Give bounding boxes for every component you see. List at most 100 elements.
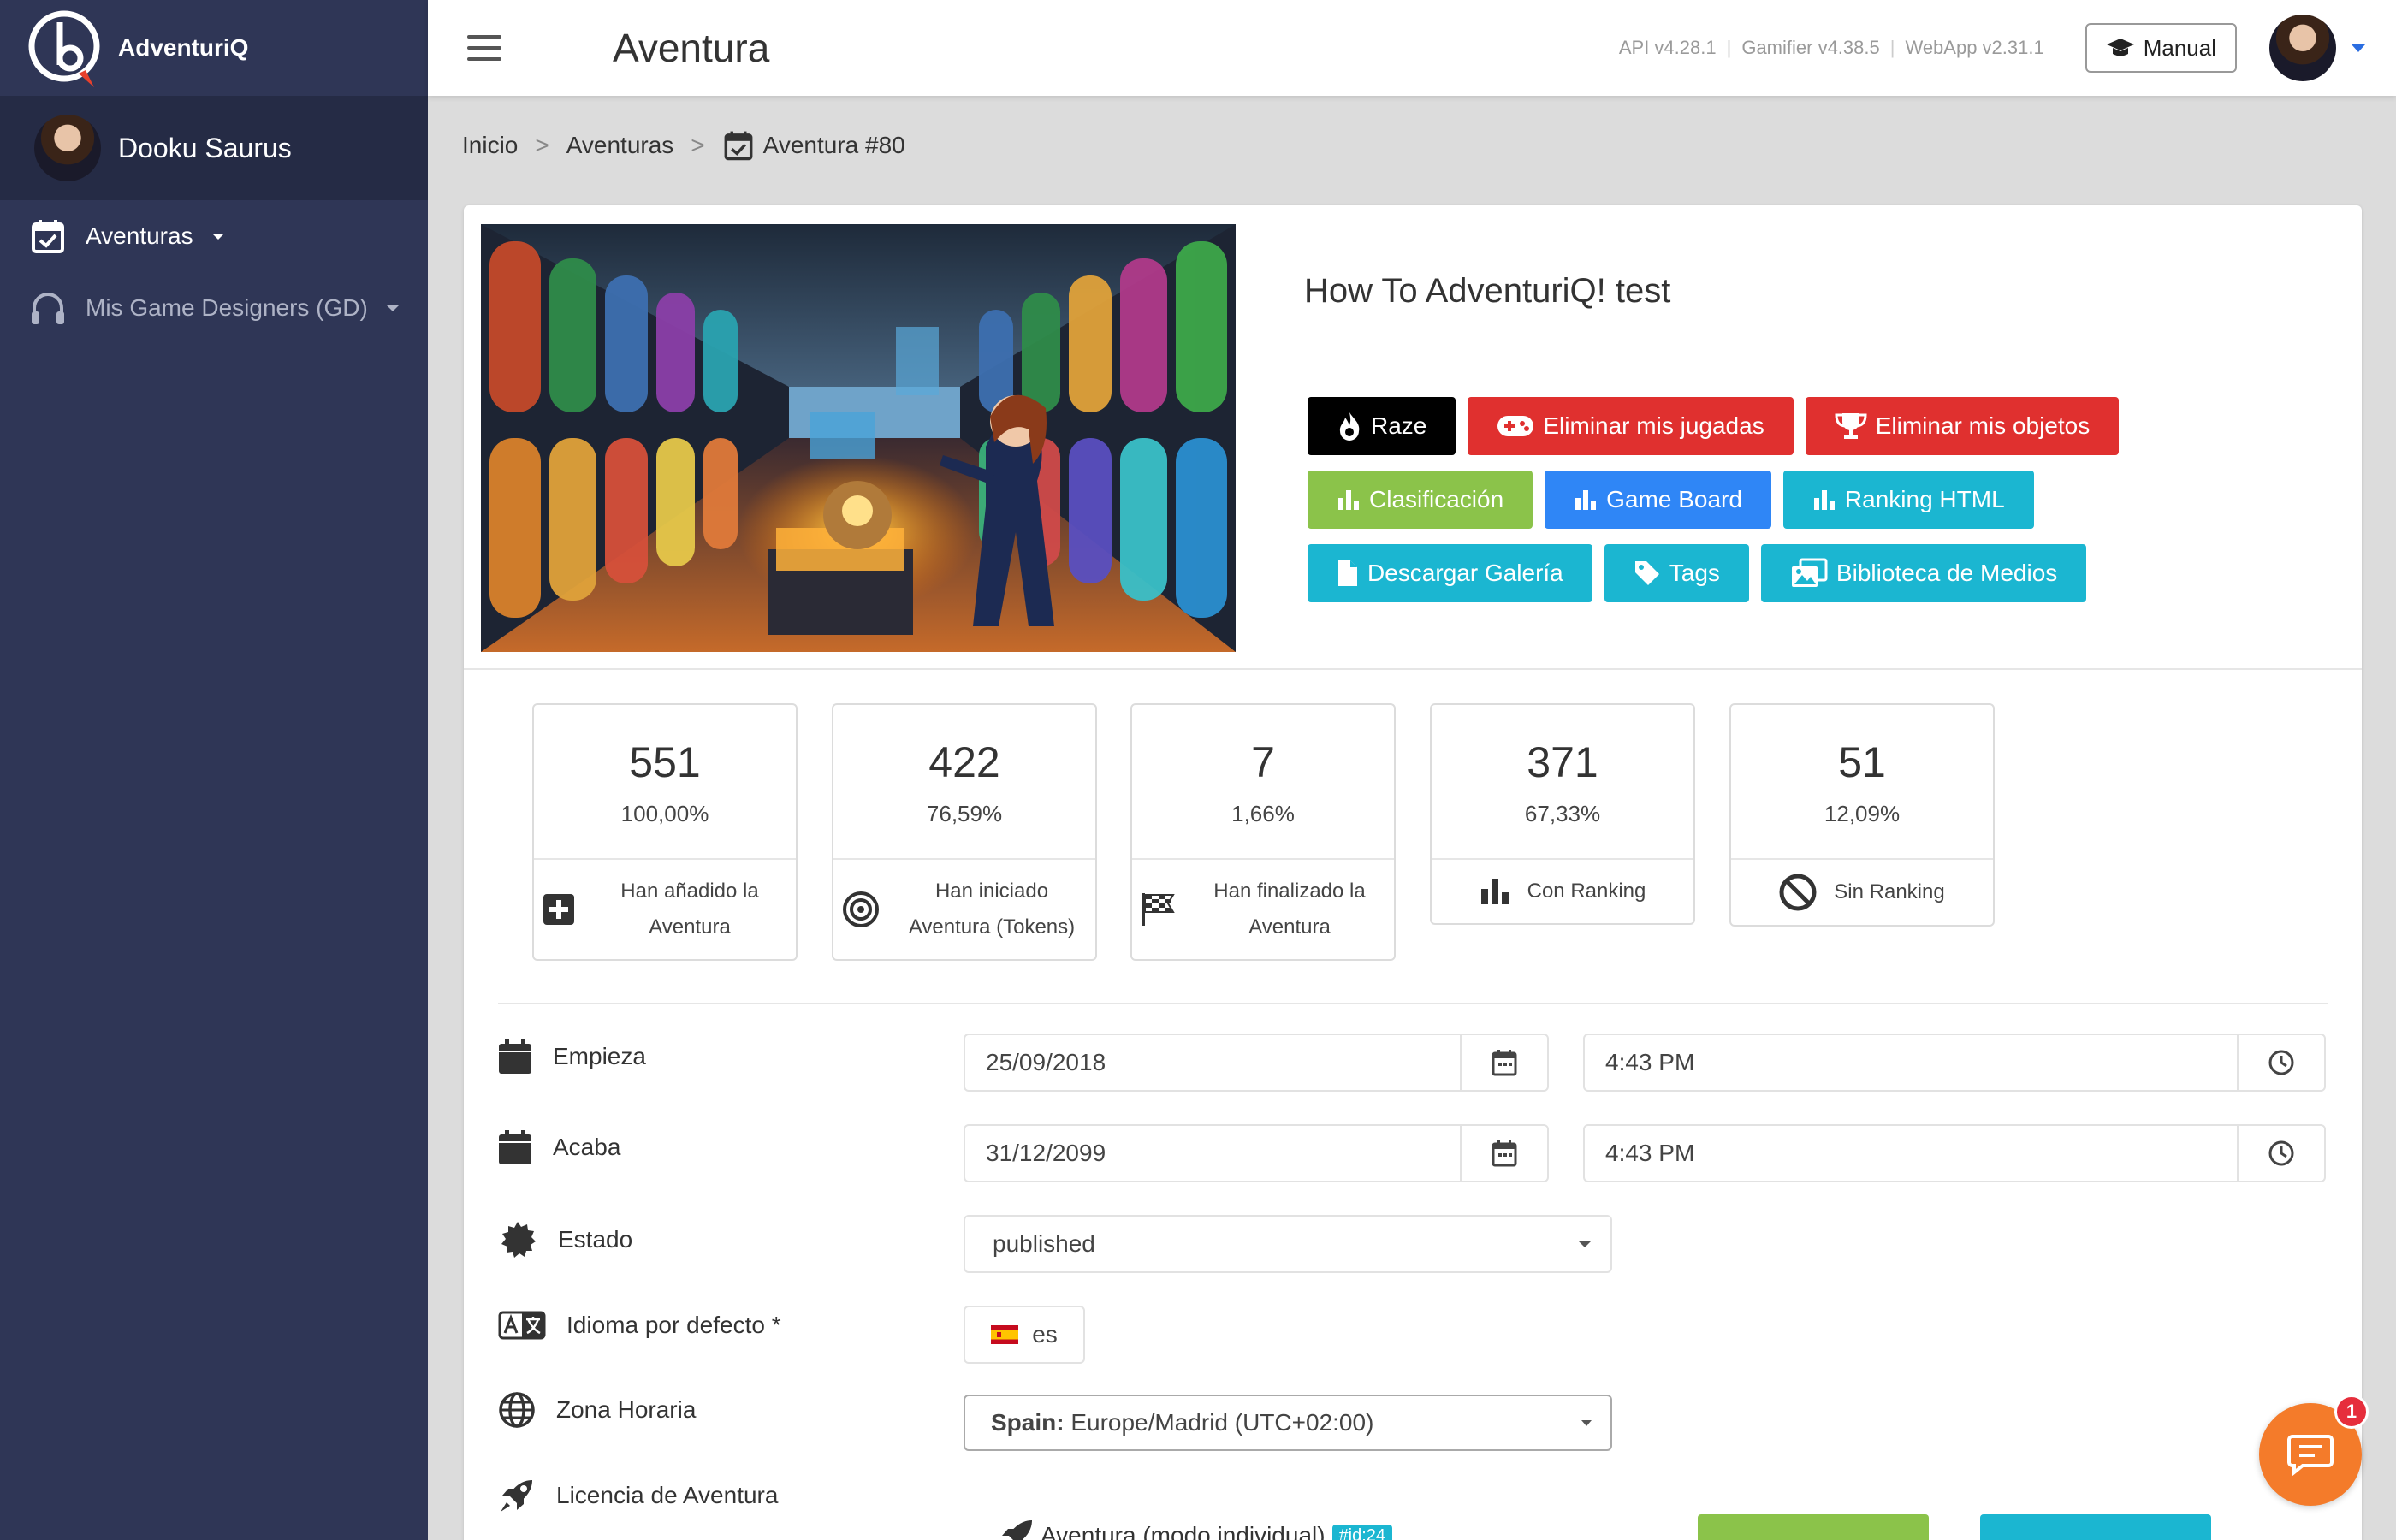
brand[interactable]: AdventuriQ: [0, 0, 428, 96]
sidebar-item-game-designers[interactable]: Mis Game Designers (GD): [0, 272, 428, 344]
topbar: Aventura API v4.28.1 | Gamifier v4.38.5 …: [428, 0, 2396, 96]
timezone-zone: Europe/Madrid (UTC+02:00): [1070, 1409, 1374, 1436]
date-picker-button[interactable]: [1460, 1035, 1547, 1090]
license-label-row: Licencia de Aventura: [498, 1477, 778, 1514]
ranking-html-button[interactable]: Ranking HTML: [1782, 471, 2034, 529]
start-date-value: 25/09/2018: [986, 1049, 1106, 1075]
adventure-cover-image[interactable]: [481, 224, 1236, 652]
notification-badge: 1: [2334, 1395, 2369, 1429]
ban-icon: [1779, 874, 1817, 911]
plus-square-icon: [543, 894, 574, 925]
stat-card-added: 551 100,00% Han añadido la Aventura: [532, 703, 798, 961]
stat-label: Han iniciado Aventura (Tokens): [908, 880, 1076, 939]
manual-label: Manual: [2143, 34, 2216, 61]
manual-button[interactable]: Manual: [2085, 23, 2237, 73]
sidebar-item-label: Mis Game Designers (GD): [86, 294, 368, 321]
checkered-flag-icon: [1142, 893, 1175, 926]
raze-button[interactable]: Raze: [1308, 397, 1456, 455]
webapp-version: WebApp v2.31.1: [1905, 37, 2044, 58]
language-value: es: [1032, 1321, 1058, 1348]
hamburger-menu-icon[interactable]: [467, 35, 501, 61]
stat-card-started: 422 76,59% Han iniciado Aventura (Tokens…: [832, 703, 1097, 961]
language-label-row: Idioma por defecto *: [498, 1311, 781, 1340]
action-buttons-row-3: Descargar Galería Tags Biblioteca de Med…: [1308, 544, 2087, 602]
tags-button[interactable]: Tags: [1604, 544, 1749, 602]
target-icon: [843, 891, 879, 927]
start-label-row: Empieza: [498, 1039, 646, 1075]
section-divider: [498, 1003, 2328, 1004]
avatar: [34, 115, 101, 181]
calendar-check-icon: [32, 220, 64, 253]
time-picker-button[interactable]: [2237, 1035, 2324, 1090]
fire-icon: [1339, 412, 1360, 441]
breadcrumb-aventuras[interactable]: Aventuras: [566, 132, 674, 159]
end-time-input[interactable]: 4:43 PM: [1583, 1124, 2326, 1182]
game-board-button[interactable]: Game Board: [1545, 471, 1771, 529]
version-separator: |: [1889, 37, 1895, 58]
stat-percent: 67,33%: [1524, 801, 1601, 826]
biblioteca-medios-button[interactable]: Biblioteca de Medios: [1760, 544, 2087, 602]
end-time-value: 4:43 PM: [1605, 1140, 1695, 1166]
stat-percent: 1,66%: [1231, 801, 1295, 826]
start-time-value: 4:43 PM: [1605, 1049, 1695, 1075]
license-action-button-1[interactable]: [1698, 1514, 1929, 1540]
timezone-label: Zona Horaria: [556, 1396, 697, 1423]
adventure-title: How To AdventuriQ! test: [1304, 272, 1671, 310]
end-label-row: Acaba: [498, 1129, 620, 1165]
eliminar-jugadas-button[interactable]: Eliminar mis jugadas: [1468, 397, 1794, 455]
calendar-icon: [499, 1040, 531, 1074]
chevron-down-icon[interactable]: [2352, 44, 2365, 52]
stat-label: Han añadido la Aventura: [620, 880, 759, 939]
end-date-input[interactable]: 31/12/2099: [964, 1124, 1549, 1182]
stat-label: Sin Ranking: [1834, 880, 1945, 903]
start-date-input[interactable]: 25/09/2018: [964, 1034, 1549, 1092]
bar-chart-icon: [1575, 490, 1597, 510]
spain-flag-icon: [991, 1325, 1019, 1344]
chat-icon: [2287, 1435, 2334, 1476]
sidebar-item-aventuras[interactable]: Aventuras: [0, 200, 428, 272]
clock-icon: [2268, 1050, 2294, 1075]
calendar-icon: [1492, 1140, 1517, 1167]
stat-label: Han finalizado la Aventura: [1213, 880, 1366, 939]
sidebar-user[interactable]: Dooku Saurus: [0, 96, 428, 200]
clasificacion-label: Clasificación: [1369, 486, 1504, 512]
version-separator: |: [1726, 37, 1732, 58]
stat-footer: Con Ranking: [1432, 858, 1693, 923]
bar-chart-icon: [1480, 879, 1509, 904]
time-picker-button[interactable]: [2237, 1126, 2324, 1181]
headphones-icon: [32, 293, 64, 324]
language-select[interactable]: es: [964, 1306, 1085, 1364]
timezone-label-row: Zona Horaria: [498, 1391, 696, 1429]
end-date-value: 31/12/2099: [986, 1140, 1106, 1166]
status-select[interactable]: published: [964, 1215, 1612, 1273]
calendar-icon: [1492, 1050, 1517, 1076]
avatar[interactable]: [2269, 15, 2336, 81]
stat-percent: 12,09%: [1824, 801, 1901, 826]
breadcrumb-separator: >: [535, 132, 549, 158]
stat-footer: Han iniciado Aventura (Tokens): [833, 858, 1095, 959]
adventure-card: How To AdventuriQ! test Raze Eliminar mi…: [464, 205, 2362, 1540]
stat-footer: Han finalizado la Aventura: [1132, 858, 1394, 959]
chevron-down-icon: [211, 233, 224, 240]
start-time-input[interactable]: 4:43 PM: [1583, 1034, 2326, 1092]
stat-card-ranked: 371 67,33% Con Ranking: [1430, 703, 1695, 925]
end-label: Acaba: [553, 1134, 621, 1160]
stat-card-unranked: 51 12,09% Sin Ranking: [1729, 703, 1995, 927]
status-label-row: Estado: [498, 1220, 632, 1259]
license-label: Licencia de Aventura: [556, 1482, 779, 1508]
section-divider: [464, 668, 2362, 670]
eliminar-objetos-button[interactable]: Eliminar mis objetos: [1805, 397, 2120, 455]
license-action-button-2[interactable]: [1980, 1514, 2211, 1540]
date-picker-button[interactable]: [1460, 1126, 1547, 1181]
stat-footer: Sin Ranking: [1731, 858, 1993, 925]
clasificacion-button[interactable]: Clasificación: [1308, 471, 1533, 529]
descargar-galeria-button[interactable]: Descargar Galería: [1308, 544, 1592, 602]
timezone-country: Spain:: [991, 1409, 1065, 1436]
breadcrumb-inicio[interactable]: Inicio: [462, 132, 518, 159]
breadcrumb-separator: >: [691, 132, 705, 158]
timezone-select[interactable]: Spain: Europe/Madrid (UTC+02:00): [964, 1395, 1612, 1451]
version-info: API v4.28.1 | Gamifier v4.38.5 | WebApp …: [1619, 37, 2044, 59]
stat-card-finished: 7 1,66% Han finalizado la Aventura: [1130, 703, 1396, 961]
license-badge: #id:24: [1331, 1524, 1393, 1540]
ranking-html-label: Ranking HTML: [1844, 486, 2005, 512]
